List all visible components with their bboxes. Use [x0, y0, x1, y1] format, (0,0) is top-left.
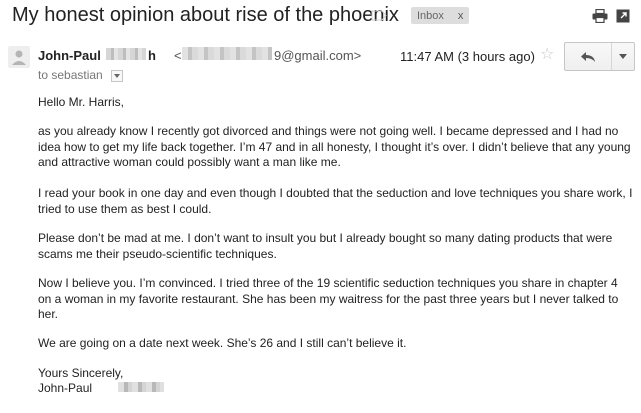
more-options-button[interactable]	[612, 43, 634, 70]
redacted-email	[182, 47, 272, 60]
print-icon[interactable]	[592, 9, 608, 23]
email-subject: My honest opinion about rise of the phoe…	[12, 4, 399, 26]
person-icon	[12, 50, 26, 65]
reply-button-group	[564, 42, 635, 71]
message-closing: Yours Sincerely,	[38, 366, 124, 380]
message-greeting: Hello Mr. Harris,	[38, 95, 125, 109]
message-paragraph: as you already know I recently got divor…	[38, 124, 631, 169]
message-paragraph: We are going on a date next week. She’s …	[38, 336, 407, 350]
subject-bar: My honest opinion about rise of the phoe…	[0, 0, 641, 34]
redacted-signature	[118, 382, 164, 392]
avatar	[8, 46, 30, 68]
show-details-button[interactable]	[111, 70, 123, 82]
label-arrow-icon[interactable]	[371, 10, 387, 21]
sender-name[interactable]: John-Paul	[38, 48, 101, 63]
reply-arrow-icon	[581, 51, 595, 62]
recipient-line: to sebastian	[38, 68, 103, 82]
sender-name-tail: h	[148, 48, 156, 63]
sender-email: 9@gmail.com>	[274, 48, 362, 63]
label-chip-text: Inbox	[417, 9, 444, 22]
timestamp: 11:47 AM (3 hours ago)	[400, 49, 535, 64]
sender-email-open: <	[174, 48, 182, 63]
message-paragraph: I read your book in one day and even tho…	[38, 186, 633, 216]
redacted-surname	[106, 48, 146, 60]
reply-button[interactable]	[565, 43, 612, 70]
message-paragraph: Please don’t be mad at me. I don’t want …	[38, 231, 613, 261]
remove-label-button[interactable]: x	[458, 10, 464, 22]
message-paragraph: Now I believe you. I’m convinced. I trie…	[38, 276, 619, 321]
star-icon[interactable]: ☆	[540, 47, 554, 63]
inbox-label-chip[interactable]: Inbox x	[411, 7, 470, 24]
new-window-icon[interactable]	[616, 9, 630, 23]
